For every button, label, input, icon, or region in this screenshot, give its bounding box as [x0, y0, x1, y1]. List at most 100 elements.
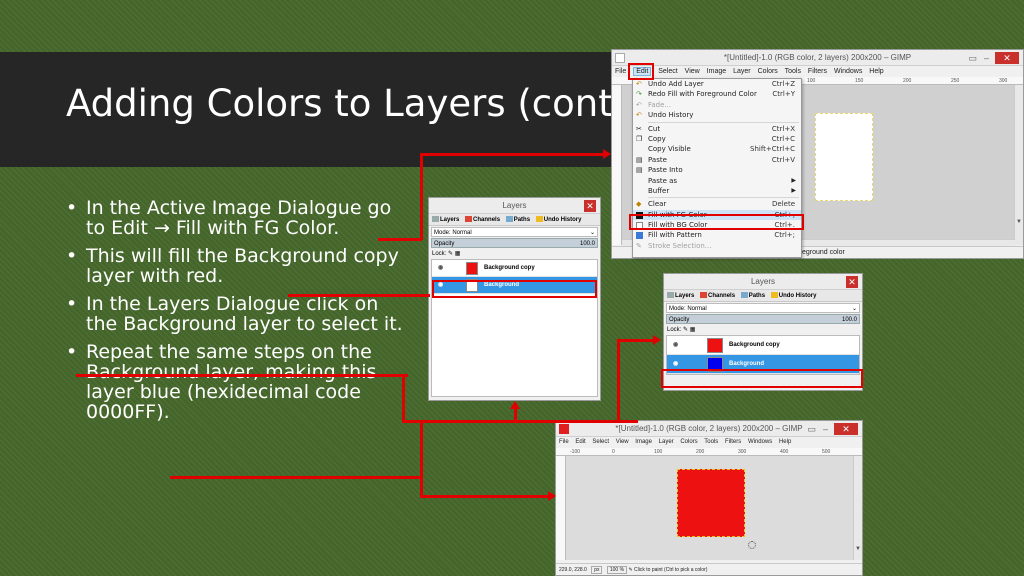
layer-row-background-copy[interactable]: ◉ Background copy: [667, 336, 859, 355]
tab-undo-history[interactable]: Undo History: [535, 216, 581, 223]
connector-line: [617, 340, 620, 422]
menu-item-fill-pattern[interactable]: Fill with Pattern Ctrl+;: [633, 230, 801, 240]
image-canvas[interactable]: [815, 113, 873, 201]
menu-item-undo[interactable]: ↶ Undo Add Layer Ctrl+Z: [633, 79, 801, 89]
paste-icon: ▤: [636, 155, 643, 164]
minimize-icon[interactable]: –: [984, 52, 989, 64]
connector-line: [420, 495, 550, 498]
undo-history-icon: [535, 216, 543, 223]
vertical-scrollbar[interactable]: ▼: [1014, 85, 1023, 245]
highlight-background-large: [661, 369, 863, 388]
tab-paths[interactable]: Paths: [740, 292, 765, 299]
canvas-area[interactable]: [566, 456, 854, 560]
arrow-head: [510, 401, 520, 409]
menu-item-redo[interactable]: ↷ Redo Fill with Foreground Color Ctrl+Y: [633, 89, 801, 99]
menu-item-buffer[interactable]: Buffer ▶: [633, 186, 801, 196]
highlight-fill-fg: [629, 214, 804, 230]
menu-item-label: Copy: [648, 134, 666, 143]
layers-small-titlebar: Layers ✕: [429, 198, 600, 214]
tab-channels[interactable]: Channels: [465, 216, 500, 223]
menu-colors[interactable]: Colors: [680, 439, 697, 445]
tab-undo-history[interactable]: Undo History: [770, 292, 816, 299]
mode-select[interactable]: Mode: Normal ⌄: [431, 227, 598, 237]
menu-help[interactable]: Help: [779, 439, 791, 445]
connector-line: [76, 374, 408, 377]
copy-icon: ❐: [636, 134, 643, 143]
menu-file[interactable]: File: [615, 68, 626, 75]
scroll-down-icon[interactable]: ▼: [1016, 219, 1022, 225]
tab-channels[interactable]: Channels: [700, 292, 735, 299]
menu-item-label: Paste Into: [648, 166, 683, 175]
minimize-icon[interactable]: –: [823, 423, 828, 435]
lock-pixels-icon[interactable]: ✎: [448, 251, 453, 257]
tab-layers[interactable]: Layers: [432, 216, 459, 223]
lock-alpha-icon[interactable]: ▦: [690, 327, 696, 333]
menu-filters[interactable]: Filters: [725, 439, 741, 445]
menu-separator: [648, 197, 799, 199]
opacity-slider[interactable]: Opacity 100.0: [431, 238, 598, 248]
close-icon[interactable]: ✕: [834, 423, 858, 435]
paste-into-icon: ▤: [636, 166, 643, 175]
eye-icon[interactable]: ◉: [438, 260, 443, 277]
vertical-scrollbar[interactable]: ▼: [853, 456, 862, 560]
menu-view[interactable]: View: [616, 439, 629, 445]
menu-item-cut[interactable]: ✂ Cut Ctrl+X: [633, 124, 801, 134]
close-icon[interactable]: ✕: [584, 200, 596, 212]
menu-image[interactable]: Image: [635, 439, 652, 445]
paths-icon: [740, 292, 748, 299]
chevron-down-icon: ⌄: [589, 230, 595, 236]
image-canvas[interactable]: [677, 469, 745, 537]
menu-help[interactable]: Help: [869, 68, 883, 75]
menu-select[interactable]: Select: [592, 439, 609, 445]
close-icon[interactable]: ✕: [846, 276, 858, 288]
menu-item-clear[interactable]: ◆ Clear Delete: [633, 199, 801, 209]
history-icon: ↶: [636, 111, 642, 120]
ruler-tick: 300: [999, 78, 1008, 84]
layers-small-title: Layers: [502, 201, 527, 210]
menu-file[interactable]: File: [559, 439, 569, 445]
menu-item-stroke-selection: ✎ Stroke Selection...: [633, 241, 801, 251]
menu-select[interactable]: Select: [658, 68, 677, 75]
unit-select[interactable]: px: [591, 566, 603, 574]
layer-row-background-copy[interactable]: ◉ Background copy: [432, 260, 597, 277]
menu-tools[interactable]: Tools: [785, 68, 801, 75]
gimp-bottom-title: *[Untitled]-1.0 (RGB color, 2 layers) 20…: [615, 424, 803, 433]
menu-item-paste-as[interactable]: Paste as ▶: [633, 176, 801, 186]
scroll-down-icon[interactable]: ▼: [855, 546, 861, 552]
ruler-tick: -100: [570, 449, 581, 455]
menu-item-shortcut: Delete: [772, 200, 795, 209]
menu-tools[interactable]: Tools: [704, 439, 718, 445]
mode-select[interactable]: Mode: Normal ⌄: [666, 303, 860, 313]
menu-item-shortcut: Ctrl+V: [771, 155, 795, 164]
menu-layer[interactable]: Layer: [733, 68, 751, 75]
menu-item-label: Clear: [648, 200, 667, 209]
lock-pixels-icon[interactable]: ✎: [683, 327, 688, 333]
status-text: Click to paint (Ctrl to pick a color): [634, 567, 708, 573]
tab-paths[interactable]: Paths: [505, 216, 530, 223]
menu-view[interactable]: View: [685, 68, 700, 75]
menu-item-copy-visible[interactable]: Copy Visible Shift+Ctrl+C: [633, 144, 801, 154]
menu-windows[interactable]: Windows: [834, 68, 862, 75]
menu-image[interactable]: Image: [707, 68, 726, 75]
menu-colors[interactable]: Colors: [758, 68, 778, 75]
menu-layer[interactable]: Layer: [659, 439, 674, 445]
bullet-2: This will fill the Background copy layer…: [66, 246, 411, 286]
menu-filters[interactable]: Filters: [808, 68, 827, 75]
ruler-tick: 200: [903, 78, 912, 84]
menu-item-paste-into[interactable]: ▤ Paste Into: [633, 165, 801, 175]
menu-item-paste[interactable]: ▤ Paste Ctrl+V: [633, 155, 801, 165]
menu-item-undo-history[interactable]: ↶ Undo History: [633, 110, 801, 120]
menu-item-copy[interactable]: ❐ Copy Ctrl+C: [633, 134, 801, 144]
menu-windows[interactable]: Windows: [748, 439, 772, 445]
opacity-slider[interactable]: Opacity 100.0: [666, 314, 860, 324]
maximize-icon[interactable]: ▭: [807, 423, 816, 435]
close-icon[interactable]: ✕: [995, 52, 1019, 64]
tab-layers[interactable]: Layers: [667, 292, 694, 299]
cut-icon: ✂: [636, 124, 642, 133]
eye-icon[interactable]: ◉: [673, 336, 678, 355]
menu-edit[interactable]: Edit: [575, 439, 585, 445]
zoom-select[interactable]: 100 %: [606, 566, 628, 574]
lock-alpha-icon[interactable]: ▦: [455, 251, 461, 257]
maximize-icon[interactable]: ▭: [968, 52, 977, 64]
menu-item-shortcut: Ctrl+C: [771, 134, 795, 143]
